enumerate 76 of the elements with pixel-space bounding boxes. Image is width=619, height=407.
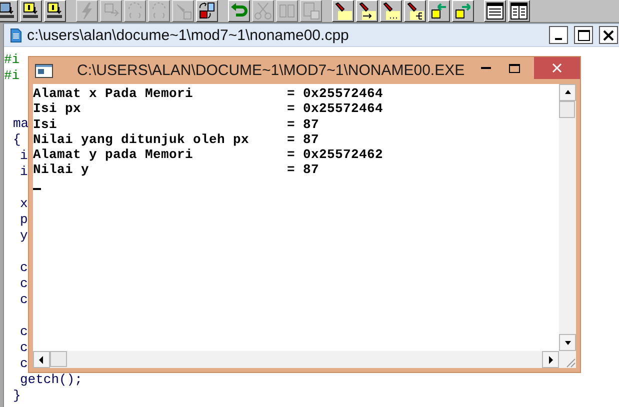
code-line: x [19, 196, 28, 212]
maximize-icon [508, 64, 520, 72]
minimize-button[interactable] [549, 26, 568, 44]
window-icon [510, 2, 528, 20]
toolbar-button[interactable] [0, 0, 18, 22]
output-label: Isi px [33, 101, 82, 117]
output-label: Alamat x Pada Memori [33, 86, 194, 102]
toolbar-button[interactable] [44, 0, 66, 22]
vertical-scrollbar[interactable] [559, 84, 576, 351]
copy-icon [278, 2, 296, 20]
code-line: #i [4, 68, 20, 84]
code-line: c [19, 340, 28, 356]
code-line: c [19, 324, 28, 340]
window-title: c:\users\alan\docume~1\mod7~1\noname00.cpp [27, 26, 350, 44]
output-value: = 0x25572464 [287, 86, 384, 102]
output-label: Alamat y pada Memori [33, 147, 194, 162]
code-line: } [12, 388, 21, 404]
code-line: #i [4, 52, 20, 68]
toolbar-button[interactable] [228, 0, 250, 22]
arrow-icon [430, 2, 448, 20]
code-line: c [19, 276, 28, 292]
output-value: = 0x25572464 [287, 101, 384, 117]
brace-icon [126, 2, 144, 20]
scroll-right-button[interactable] [542, 351, 559, 368]
horizontal-scrollbar[interactable] [33, 351, 559, 368]
scissors-icon [254, 2, 272, 20]
close-button[interactable] [599, 26, 618, 44]
toolbar-button[interactable] [484, 0, 506, 22]
maximize-icon [578, 30, 590, 40]
toolbar-button[interactable] [196, 0, 218, 22]
toolbar-button[interactable] [404, 0, 426, 22]
scroll-thumb[interactable] [50, 351, 67, 367]
scroll-up-button[interactable] [559, 84, 576, 101]
resize-grip-icon[interactable] [564, 356, 576, 368]
code-line: c [19, 292, 28, 308]
toolbar-button[interactable] [20, 0, 42, 22]
window-icon [486, 2, 504, 20]
toolbar-button[interactable] [356, 0, 378, 22]
toolbar-button[interactable] [508, 0, 530, 22]
scroll-left-button[interactable] [33, 351, 50, 368]
code-line: c [19, 356, 28, 372]
code-line: p [19, 212, 28, 228]
toolbar-button[interactable] [332, 0, 354, 22]
document-icon [10, 28, 22, 42]
maximize-button[interactable] [574, 26, 593, 44]
scroll-thumb[interactable] [559, 101, 575, 118]
toolbar-button[interactable] [380, 0, 402, 22]
brace-icon [150, 2, 168, 20]
minimize-icon [481, 67, 491, 69]
code-line: { [12, 132, 21, 148]
file-icon [22, 2, 40, 20]
minimize-icon [555, 38, 562, 40]
code-line: ma [12, 116, 29, 132]
close-icon [603, 30, 614, 40]
scroll-down-button[interactable] [559, 334, 576, 351]
file-icon [0, 2, 16, 20]
output-value: = 87 [287, 132, 320, 148]
close-icon [552, 63, 562, 73]
output-label: Nilai y [33, 162, 90, 178]
arrow-icon [454, 2, 472, 20]
code-line: i [19, 164, 28, 180]
toolbar-button[interactable] [452, 0, 474, 22]
output-label: Nilai yang ditunjuk oleh px [33, 132, 250, 148]
output-label: Isi [33, 116, 58, 132]
code-line: y [19, 228, 28, 244]
toolbar-button[interactable] [428, 0, 450, 22]
output-value: = 0x25572462 [287, 147, 384, 162]
code-line: getch(); [19, 372, 82, 388]
paste-icon [302, 2, 320, 20]
console-icon [35, 64, 53, 78]
code-line: i [19, 148, 28, 164]
code-line: c [19, 260, 28, 276]
file-icon [46, 2, 64, 20]
output-value: = 87 [287, 162, 320, 178]
output-value: = 87 [287, 116, 320, 132]
window-title: C:\USERS\ALAN\DOCUME~1\MOD7~1\NONAME00.EXE [77, 62, 466, 79]
